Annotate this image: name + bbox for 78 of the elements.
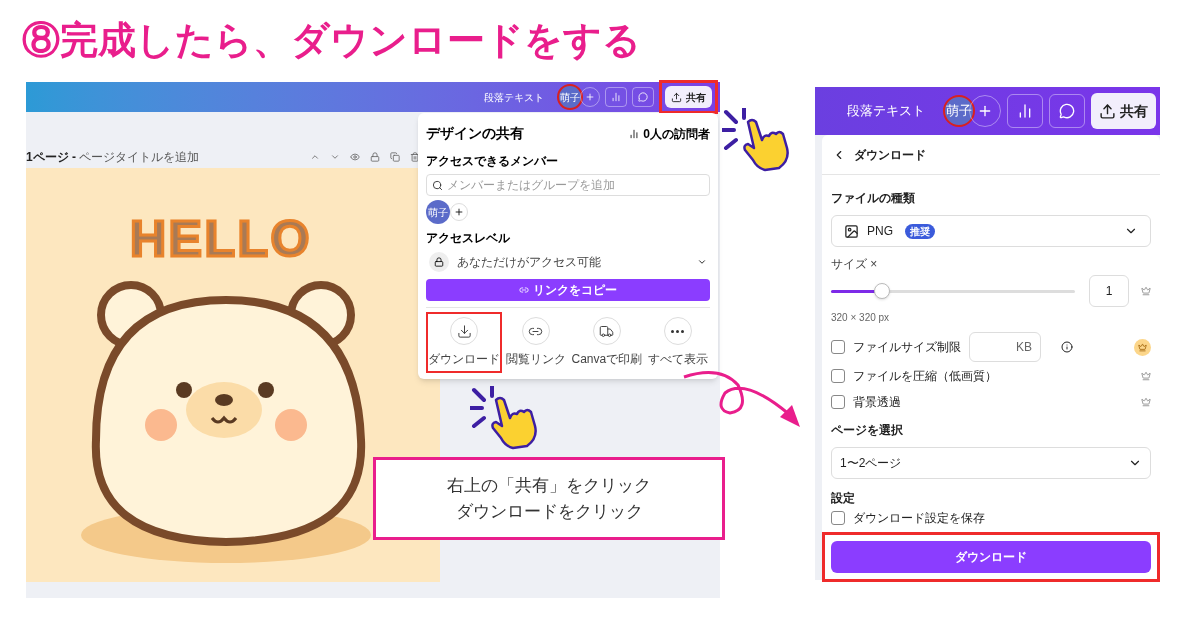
size-label: サイズ × xyxy=(831,256,879,273)
section-label: ページを選択 xyxy=(831,422,904,439)
option-label: ファイルを圧縮（低画質） xyxy=(853,368,997,385)
option-label: 背景透過 xyxy=(853,394,901,411)
crown-icon xyxy=(1141,397,1151,407)
share-action[interactable]: Canvaで印刷 xyxy=(569,312,645,373)
speech-bubble-icon xyxy=(1059,103,1075,119)
share-action[interactable]: 閲覧リンク xyxy=(503,312,568,373)
copy-link-button[interactable]: リンクをコピー xyxy=(426,279,710,301)
comment-button[interactable] xyxy=(632,87,654,107)
upload-icon xyxy=(1099,102,1116,120)
chart-icon xyxy=(629,128,640,139)
panel-title: ダウンロード xyxy=(854,146,926,164)
pointing-hand-icon xyxy=(722,108,792,172)
chevron-down-icon xyxy=(697,257,707,267)
analytics-button[interactable] xyxy=(1007,94,1043,128)
speech-bubble-icon xyxy=(638,92,648,102)
file-type-dropdown[interactable]: PNG 推奨 xyxy=(831,215,1151,247)
size-slider[interactable] xyxy=(831,282,1075,300)
link-icon xyxy=(519,285,529,295)
instruction-callout: 右上の「共有」をクリック ダウンロードをクリック xyxy=(373,457,725,540)
checkbox[interactable] xyxy=(831,369,845,383)
page-dropdown[interactable]: 1〜2ページ xyxy=(831,447,1151,479)
up-icon[interactable] xyxy=(310,152,320,162)
copy-icon[interactable] xyxy=(390,152,400,162)
trash-icon[interactable] xyxy=(410,152,420,162)
checkbox[interactable] xyxy=(831,511,845,525)
more-icon xyxy=(671,329,685,333)
panel-title: デザインの共有 xyxy=(426,124,524,143)
access-dropdown[interactable]: あなただけがアクセス可能 xyxy=(426,249,710,275)
artwork-title: HELLO xyxy=(130,210,312,269)
crown-icon xyxy=(1141,286,1151,296)
share-action[interactable]: すべて表示 xyxy=(646,312,710,373)
checkbox[interactable] xyxy=(831,395,845,409)
bar-chart-icon xyxy=(1017,103,1033,119)
image-icon xyxy=(844,223,859,239)
toolbar-label: 段落テキスト xyxy=(484,90,544,105)
lock-icon xyxy=(434,257,444,267)
member-avatar: 萌子 xyxy=(426,200,450,224)
lock-icon[interactable] xyxy=(370,152,380,162)
download-icon xyxy=(456,323,472,339)
comment-button[interactable] xyxy=(1049,94,1085,128)
recommended-badge: 推奨 xyxy=(905,223,935,239)
crown-icon xyxy=(1141,371,1151,381)
share-button[interactable]: 共有 xyxy=(1091,93,1156,129)
down-icon[interactable] xyxy=(330,152,340,162)
pointing-hand-icon xyxy=(470,386,540,450)
file-size-input[interactable]: KB xyxy=(969,332,1041,362)
checkbox[interactable] xyxy=(831,340,845,354)
option-label: ファイルサイズ制限 xyxy=(853,339,961,356)
dimensions-text: 320 × 320 px xyxy=(831,311,891,325)
plus-icon xyxy=(977,103,993,119)
plus-icon xyxy=(585,92,595,102)
heading: ⑧完成したら、ダウンロードをする xyxy=(22,18,642,63)
section-label: 設定 xyxy=(831,490,856,507)
section-label: ファイルの種類 xyxy=(831,190,916,207)
eye-icon[interactable] xyxy=(350,152,360,162)
download-button[interactable]: ダウンロード xyxy=(831,541,1151,573)
avatar[interactable]: 萌子 xyxy=(943,95,975,127)
upload-icon xyxy=(671,91,682,103)
crown-icon xyxy=(1138,342,1147,352)
option-label: ダウンロード設定を保存 xyxy=(853,510,985,527)
share-action[interactable]: ダウンロード xyxy=(426,312,502,373)
info-icon[interactable] xyxy=(1061,341,1073,353)
page-title[interactable]: 1ページ - ページタイトルを追加 xyxy=(26,148,200,166)
visitor-count: 0人の訪問者 xyxy=(643,124,710,143)
section-label: アクセスレベル xyxy=(426,230,511,247)
toolbar-label: 段落テキスト xyxy=(847,102,925,121)
share-button[interactable]: 共有 xyxy=(665,86,712,108)
slider-thumb[interactable] xyxy=(874,283,891,299)
section-label: アクセスできるメンバー xyxy=(426,153,559,170)
avatar[interactable]: 萌子 xyxy=(557,84,583,110)
size-input[interactable]: 1 xyxy=(1089,275,1129,307)
bar-chart-icon xyxy=(611,92,621,102)
search-icon xyxy=(432,179,443,191)
truck-icon xyxy=(599,323,615,339)
plus-icon xyxy=(454,207,464,217)
analytics-button[interactable] xyxy=(605,87,627,107)
